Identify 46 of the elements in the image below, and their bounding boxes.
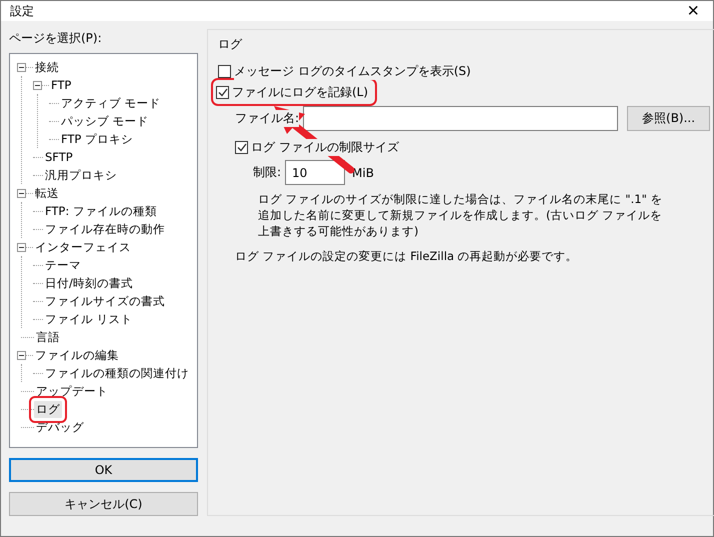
ok-button[interactable]: OK: [9, 458, 198, 482]
tree-item[interactable]: パッシブ モード: [59, 112, 151, 130]
tree-item[interactable]: ファイル存在時の動作: [43, 220, 167, 238]
unit-label: MiB: [352, 166, 374, 180]
tree-item[interactable]: テーマ: [43, 256, 83, 274]
cancel-button[interactable]: キャンセル(C): [9, 492, 198, 516]
tree-item[interactable]: ファイルサイズの書式: [43, 292, 167, 310]
checkbox-label: メッセージ ログのタイムスタンプを表示(S): [234, 62, 471, 80]
tree-item[interactable]: FTP: ファイルの種類: [43, 202, 159, 220]
collapse-icon[interactable]: [17, 350, 26, 360]
tree-item[interactable]: SFTP: [43, 149, 75, 165]
tree-label: ページを選択(P):: [9, 30, 103, 47]
limit-field[interactable]: 10: [285, 160, 346, 185]
filename-field[interactable]: [303, 106, 618, 131]
tree-item[interactable]: インターフェイス: [33, 238, 133, 256]
description-text: ログ ファイルのサイズが制限に達した場合は、ファイル名の末尾に ".1" を追加した名前に変更して新規ファイルを作成します。(古いログ ファイルを上書きする可能性があります): [258, 191, 664, 239]
tree-item[interactable]: ファイルの編集: [33, 346, 121, 364]
checkbox[interactable]: [218, 64, 231, 78]
tree-item[interactable]: ファイルの種類の関連付け: [43, 364, 191, 382]
tree-item[interactable]: 言語: [34, 328, 62, 346]
checkbox-label: ファイルにログを記録(L): [232, 84, 368, 100]
tree-item[interactable]: ログ: [34, 400, 62, 418]
collapse-icon[interactable]: [17, 242, 26, 252]
tree-item[interactable]: 転送: [33, 184, 61, 202]
tree-item[interactable]: 汎用プロキシ: [43, 166, 119, 184]
window-title: 設定: [10, 2, 34, 20]
collapse-icon[interactable]: [17, 62, 26, 72]
checkbox[interactable]: [235, 140, 248, 154]
tree-item[interactable]: ファイル リスト: [43, 310, 135, 328]
tree-item[interactable]: FTP: [49, 77, 74, 93]
tree-item[interactable]: アクティブ モード: [59, 94, 163, 112]
tree-item[interactable]: デバッグ: [34, 418, 86, 436]
group-title: ログ: [218, 36, 244, 53]
tree-item[interactable]: 接続: [33, 58, 61, 76]
field-label: ファイル名:: [235, 110, 300, 127]
collapse-icon[interactable]: [33, 80, 42, 90]
field-label: 制限:: [253, 164, 282, 181]
checkbox-label: ログ ファイルの制限サイズ: [251, 138, 399, 156]
tree-item[interactable]: アップデート: [34, 382, 110, 400]
tree-item[interactable]: 日付/時刻の書式: [43, 274, 135, 292]
close-button[interactable]: ×: [681, 1, 705, 21]
note-text: ログ ファイルの設定の変更には FileZilla の再起動が必要です。: [235, 249, 579, 264]
checkbox[interactable]: [216, 86, 229, 98]
browse-button[interactable]: 参照(B)...: [627, 106, 710, 131]
collapse-icon[interactable]: [17, 188, 26, 198]
tree-item[interactable]: FTP プロキシ: [59, 130, 136, 148]
